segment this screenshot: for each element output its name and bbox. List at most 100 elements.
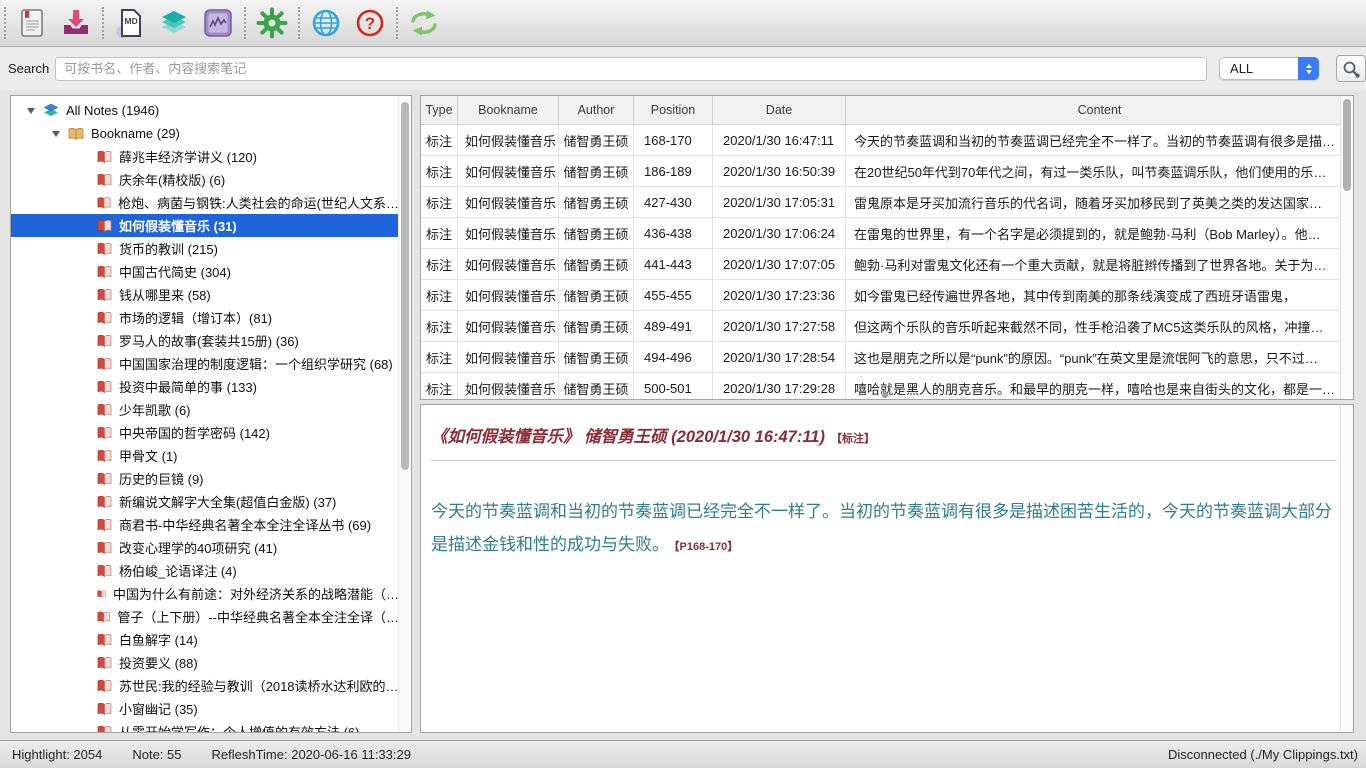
table-row[interactable]: 标注 如何假装懂音乐 储智勇王硕 494-496 2020/1/30 17:28… [421, 342, 1353, 373]
cell-author: 储智勇王硕 [559, 249, 634, 279]
book-item-label: 中国为什么有前途：对外经济关系的战略潜能（… [113, 584, 399, 603]
tree-item-book[interactable]: 投资要义 (88) [11, 651, 399, 674]
book-item-label: 白鱼解字 (14) [119, 630, 198, 649]
markdown-export-button[interactable]: MD [108, 3, 152, 43]
search-label: Search [8, 61, 49, 76]
column-header-bookname[interactable]: Bookname [458, 96, 559, 124]
note-body-text: 今天的节奏蓝调和当初的节奏蓝调已经完全不一样了。当初的节奏蓝调有很多是描述困苦生… [431, 502, 1332, 554]
tree-item-book[interactable]: 改变心理学的40项研究 (41) [11, 536, 399, 559]
column-header-type[interactable]: Type [421, 96, 458, 124]
red-book-icon [97, 288, 112, 302]
language-button[interactable] [304, 3, 348, 43]
red-book-icon [97, 472, 112, 486]
table-scrollbar[interactable] [1340, 96, 1353, 399]
merge-layers-button[interactable] [152, 3, 196, 43]
cell-date: 2020/1/30 17:29:28 [713, 373, 846, 400]
red-book-icon [97, 633, 112, 647]
detail-scrollbar[interactable] [1340, 405, 1353, 732]
tree-item-book[interactable]: 杨伯峻_论语译注 (4) [11, 559, 399, 582]
column-header-position[interactable]: Position [634, 96, 713, 124]
note-detail-content: 《如何假装懂音乐》 储智勇王硕 (2020/1/30 16:47:11)【标注】… [431, 405, 1337, 564]
tree-item-book[interactable]: 历史的巨镜 (9) [11, 467, 399, 490]
tree-item-book[interactable]: 罗马人的故事(套装共15册) (36) [11, 329, 399, 352]
tree-item-book[interactable]: 小窗幽记 (35) [11, 697, 399, 720]
tree-item-book[interactable]: 管子（上下册）--中华经典名著全本全注全译（… [11, 605, 399, 628]
magnifier-icon [1342, 60, 1360, 78]
table-row[interactable]: 标注 如何假装懂音乐 储智勇王硕 186-189 2020/1/30 16:50… [421, 156, 1353, 187]
tree-item-book[interactable]: 投资中最简单的事 (133) [11, 375, 399, 398]
cell-date: 2020/1/30 16:50:39 [713, 156, 846, 186]
book-item-label: 管子（上下册）--中华经典名著全本全注全译（… [117, 607, 399, 626]
disclosure-triangle-icon[interactable] [27, 108, 35, 114]
search-input[interactable] [55, 57, 1207, 81]
cell-bookname: 如何假装懂音乐 [458, 342, 559, 372]
table-row[interactable]: 标注 如何假装懂音乐 储智勇王硕 455-455 2020/1/30 17:23… [421, 280, 1353, 311]
book-item-label: 苏世民:我的经验与教训（2018读桥水达利欧的… [119, 676, 399, 695]
red-book-icon [97, 702, 112, 716]
cell-content: 今天的节奏蓝调和当初的节奏蓝调已经完全不一样了。当初的节奏蓝调有很多是描… [846, 125, 1353, 155]
tree-item-all-notes[interactable]: All Notes (1946) [11, 99, 399, 122]
tree-item-book[interactable]: 中国古代简史 (304) [11, 260, 399, 283]
red-book-icon [97, 242, 112, 256]
refresh-button[interactable] [402, 3, 446, 43]
red-book-icon [97, 518, 112, 532]
sidebar-scrollbar[interactable] [398, 96, 411, 732]
statistics-button[interactable] [196, 3, 240, 43]
tree-item-bookname[interactable]: Bookname (29) [11, 122, 399, 145]
horizontal-scroll-dot[interactable] [882, 392, 888, 398]
tree-item-book[interactable]: 中国国家治理的制度逻辑：一个组织学研究 (68) [11, 352, 399, 375]
cell-author: 储智勇王硕 [559, 280, 634, 310]
book-item-label: 枪炮、病菌与钢铁:人类社会的命运(世纪人文系… [118, 193, 399, 212]
tree-item-book[interactable]: 中央帝国的哲学密码 (142) [11, 421, 399, 444]
search-scope-value: ALL [1230, 61, 1253, 76]
table-row[interactable]: 标注 如何假装懂音乐 储智勇王硕 489-491 2020/1/30 17:27… [421, 311, 1353, 342]
table-row[interactable]: 标注 如何假装懂音乐 储智勇王硕 168-170 2020/1/30 16:47… [421, 125, 1353, 156]
disclosure-triangle-icon[interactable] [52, 131, 60, 137]
red-book-icon [97, 656, 112, 670]
cell-author: 储智勇王硕 [559, 218, 634, 248]
notes-button[interactable] [10, 3, 54, 43]
settings-button[interactable] [250, 3, 294, 43]
tree-item-book[interactable]: 白鱼解字 (14) [11, 628, 399, 651]
tree-item-book[interactable]: 新编说文解字大全集(超值白金版) (37) [11, 490, 399, 513]
tree-item-book[interactable]: 如何假装懂音乐 (31) [11, 214, 399, 237]
book-item-label: 庆余年(精校版) (6) [119, 170, 225, 189]
book-item-label: 商君书-中华经典名著全本全注全译丛书 (69) [119, 515, 371, 534]
tree-item-book[interactable]: 庆余年(精校版) (6) [11, 168, 399, 191]
cell-date: 2020/1/30 17:06:24 [713, 218, 846, 248]
tree-item-book[interactable]: 商君书-中华经典名著全本全注全译丛书 (69) [11, 513, 399, 536]
cell-bookname: 如何假装懂音乐 [458, 156, 559, 186]
table-row[interactable]: 标注 如何假装懂音乐 储智勇王硕 427-430 2020/1/30 17:05… [421, 187, 1353, 218]
import-button[interactable] [54, 3, 98, 43]
tree-item-book[interactable]: 中国为什么有前途：对外经济关系的战略潜能（… [11, 582, 399, 605]
tree-item-book[interactable]: 薛兆丰经济学讲义 (120) [11, 145, 399, 168]
column-header-author[interactable]: Author [559, 96, 634, 124]
tree-item-book[interactable]: 少年凯歌 (6) [11, 398, 399, 421]
cell-bookname: 如何假装懂音乐 [458, 373, 559, 400]
tree-item-book[interactable]: 从零开始学写作：个人增值的有效方法 (6) [11, 720, 399, 733]
tree-item-book[interactable]: 枪炮、病菌与钢铁:人类社会的命运(世纪人文系… [11, 191, 399, 214]
column-header-date[interactable]: Date [713, 96, 846, 124]
cell-date: 2020/1/30 17:28:54 [713, 342, 846, 372]
column-header-content[interactable]: Content [846, 96, 1353, 124]
detail-divider [431, 460, 1337, 461]
book-item-label: 历史的巨镜 (9) [119, 469, 204, 488]
table-row[interactable]: 标注 如何假装懂音乐 储智勇王硕 436-438 2020/1/30 17:06… [421, 218, 1353, 249]
help-button[interactable]: ? [348, 3, 392, 43]
search-scope-select[interactable]: ALL [1219, 57, 1319, 80]
tree-item-book[interactable]: 市场的逻辑（增订本）(81) [11, 306, 399, 329]
red-book-icon [97, 449, 112, 463]
red-book-icon [97, 173, 112, 187]
search-button[interactable] [1336, 55, 1366, 82]
book-item-label: 中央帝国的哲学密码 (142) [119, 423, 270, 442]
cell-bookname: 如何假装懂音乐 [458, 187, 559, 217]
table-scrollbar-thumb[interactable] [1343, 99, 1351, 191]
table-row[interactable]: 标注 如何假装懂音乐 储智勇王硕 441-443 2020/1/30 17:07… [421, 249, 1353, 280]
table-body: 标注 如何假装懂音乐 储智勇王硕 168-170 2020/1/30 16:47… [421, 125, 1353, 400]
sidebar-scrollbar-thumb[interactable] [401, 102, 409, 470]
tree-item-book[interactable]: 钱从哪里来 (58) [11, 283, 399, 306]
tree-item-book[interactable]: 货币的教训 (215) [11, 237, 399, 260]
red-book-icon [97, 587, 106, 601]
tree-item-book[interactable]: 苏世民:我的经验与教训（2018读桥水达利欧的… [11, 674, 399, 697]
tree-item-book[interactable]: 甲骨文 (1) [11, 444, 399, 467]
